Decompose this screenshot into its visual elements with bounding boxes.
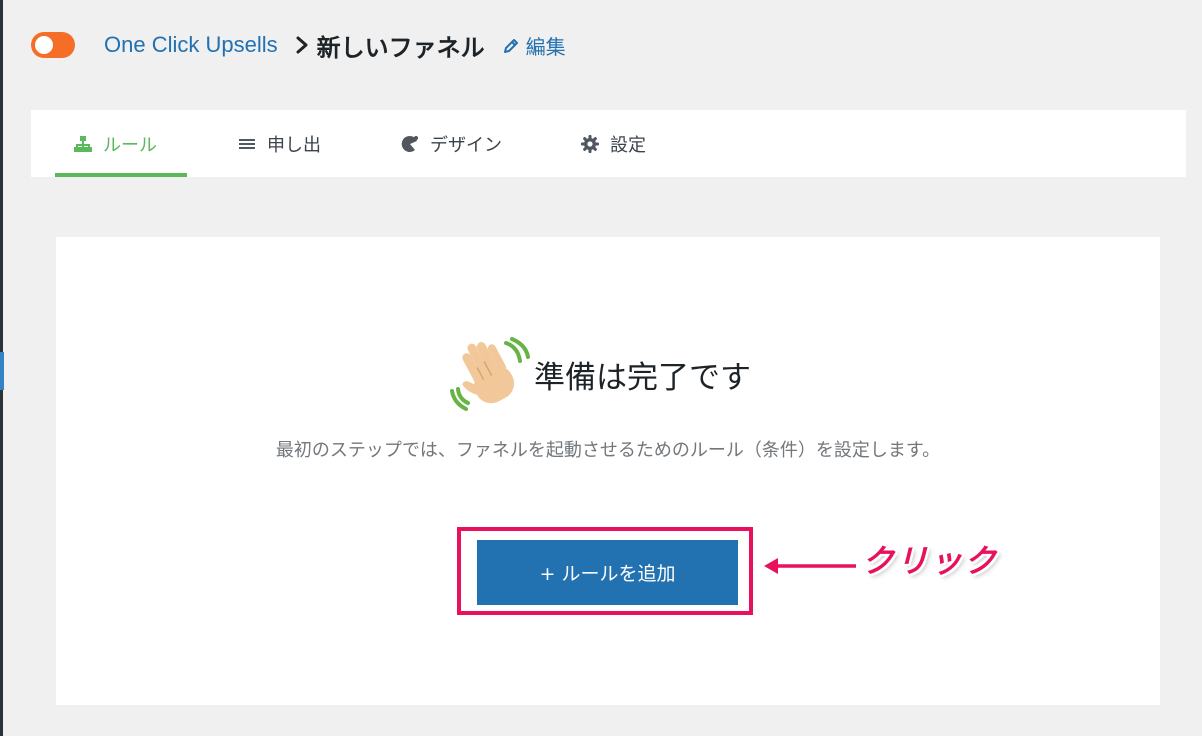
waving-hand-icon [450,337,530,411]
tab-settings-label: 設定 [610,134,646,156]
list-icon [239,138,255,149]
edit-label: 編集 [525,34,566,59]
palette-icon [401,135,418,152]
page-title: 新しいファネル [316,33,485,62]
rules-empty-state-card [56,237,1160,705]
toggle-knob [35,36,53,54]
tab-settings[interactable]: 設定 [580,110,646,177]
gear-icon [581,134,599,153]
pencil-icon [503,38,518,53]
annotation-arrow-icon [764,558,856,574]
tab-design[interactable]: デザイン [400,110,502,177]
tab-rules-label: ルール [103,134,157,156]
breadcrumb-brand-link[interactable]: One Click Upsells [104,32,278,58]
chevron-right-icon [296,36,308,54]
admin-sidebar-marker [0,352,4,390]
tab-rules[interactable]: ルール [55,110,187,177]
empty-state-description: 最初のステップでは、ファネルを起動させるためのルール（条件）を設定します。 [275,440,941,461]
funnel-tabs: ルール 申し出 デザイン 設定 [31,110,1186,177]
tab-design-label: デザイン [430,134,502,156]
sitemap-icon [74,135,92,152]
tab-offers[interactable]: 申し出 [237,110,321,177]
ready-title: 準備は完了です [534,359,751,396]
click-annotation-label: クリック [862,542,999,580]
page-header: One Click Upsells 新しいファネル 編集 [31,30,566,62]
add-rule-button[interactable]: + ルールを追加 [477,540,738,605]
funnel-status-toggle[interactable] [31,32,75,58]
edit-title-link[interactable]: 編集 [503,31,566,60]
empty-state-heading: 準備は完了です [448,333,751,415]
tab-offers-label: 申し出 [267,134,321,156]
